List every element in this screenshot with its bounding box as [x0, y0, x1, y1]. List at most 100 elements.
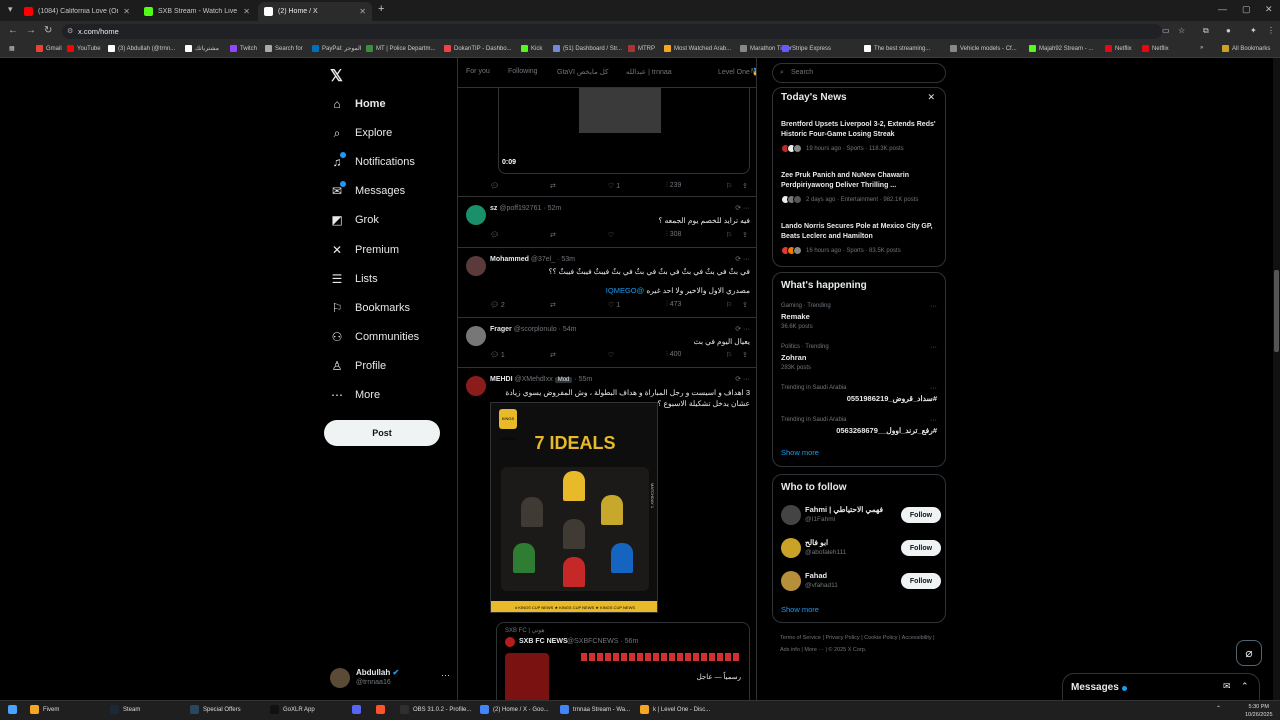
bookmark-item[interactable]: مشترياتك	[185, 45, 219, 52]
tweet-author[interactable]: sz	[490, 205, 497, 212]
nav-item-premium[interactable]: ✕ Premium	[330, 243, 399, 257]
follow-button[interactable]: Follow	[901, 540, 941, 556]
show-more-trends[interactable]: Show more	[781, 448, 819, 457]
bookmark-item[interactable]: Stripe Express	[782, 45, 831, 52]
nav-item-explore[interactable]: ⌕ Explore	[330, 126, 393, 140]
back-icon[interactable]: ←	[8, 25, 18, 36]
views-button[interactable]: ⫶ 239	[666, 182, 681, 190]
avatar[interactable]	[466, 205, 486, 225]
apps-icon[interactable]: ▦	[9, 45, 15, 52]
search-input[interactable]: ⌕ Search	[772, 63, 946, 83]
extension-puzzle-icon[interactable]: ✦	[1250, 26, 1257, 35]
like-button[interactable]: ♡ 1	[608, 301, 620, 309]
trend-item[interactable]: Trending in Saudi Arabia #سداد_قروض_05519…	[781, 385, 937, 403]
nav-item-home[interactable]: ⌂ Home	[330, 97, 385, 111]
avatar[interactable]	[466, 256, 486, 276]
more-icon[interactable]: ···	[441, 670, 450, 680]
avatar[interactable]	[781, 571, 801, 591]
like-button[interactable]: ♡	[608, 351, 614, 359]
bookmark-item[interactable]: DokanTIP - Dashbo...	[444, 45, 512, 52]
close-icon[interactable]: ✕	[927, 92, 935, 103]
taskbar-app[interactable]: (2) Home / X - Goo...	[480, 705, 549, 714]
tweet[interactable]: sz @poff192761 · 52m ⟳ ··· فيه ترايد للخصم…	[458, 197, 756, 248]
nav-item-more[interactable]: ⋯ More	[330, 388, 380, 402]
avatar[interactable]	[781, 538, 801, 558]
legal-footer[interactable]: Terms of Service | Privacy Policy | Cook…	[780, 632, 940, 656]
views-button[interactable]: ⫶ 473	[666, 301, 681, 309]
extensions-icon[interactable]: ⧉	[1203, 26, 1209, 36]
bookmark-star-icon[interactable]: ☆	[1178, 26, 1185, 35]
close-window-icon[interactable]: ✕	[1265, 4, 1273, 15]
bookmark-item[interactable]: Twitch	[230, 45, 257, 52]
retweet-button[interactable]: ⇄	[550, 301, 556, 309]
expand-icon[interactable]: ⌃	[1241, 681, 1249, 692]
close-tab-icon[interactable]: ✕	[243, 7, 250, 16]
bookmark-icon[interactable]: ⚐	[726, 351, 732, 359]
nav-item-communities[interactable]: ⚇ Communities	[330, 330, 420, 344]
trend-more-icon[interactable]: ···	[930, 385, 937, 392]
retweet-icon[interactable]: ⇄	[550, 182, 556, 190]
bookmark-item[interactable]: Netflix	[1142, 45, 1169, 52]
all-bookmarks[interactable]: All Bookmarks	[1222, 45, 1270, 52]
scrollbar[interactable]	[1273, 58, 1280, 700]
mention-link[interactable]: @IQMEGO	[606, 286, 644, 295]
share-icon[interactable]: ⇪	[742, 351, 748, 359]
nav-item-bookmarks[interactable]: ⚐ Bookmarks	[330, 301, 410, 315]
quoted-tweet[interactable]: SXB FC | هوتي SXB FC NEWS @SXBFCNEWS · 5…	[496, 622, 750, 700]
taskbar-app[interactable]: OBS 31.0.2 - Profile...	[400, 705, 471, 714]
follow-button[interactable]: Follow	[901, 573, 941, 589]
avatar[interactable]	[466, 376, 486, 396]
bookmark-item[interactable]: MT | Police Departm...	[366, 45, 435, 52]
forward-icon[interactable]: →	[26, 25, 36, 36]
avatar[interactable]	[781, 505, 801, 525]
share-icon[interactable]: ⇪	[742, 301, 748, 309]
windows-icon[interactable]	[8, 705, 17, 714]
avatar[interactable]	[466, 326, 486, 346]
bookmark-item[interactable]: Most Watched Arab...	[664, 45, 731, 52]
more-bookmarks-icon[interactable]: »	[1200, 45, 1203, 51]
trend-more-icon[interactable]: ···	[930, 303, 937, 310]
views-button[interactable]: ⫶ 400	[666, 351, 681, 359]
new-message-icon[interactable]: ✉	[1223, 681, 1231, 692]
nav-item-lists[interactable]: ☰ Lists	[330, 272, 378, 286]
tweet-author[interactable]: MEHDI	[490, 376, 513, 383]
taskbar-app[interactable]: GoXLR App	[270, 705, 315, 714]
bookmark-item[interactable]: MTRP	[628, 45, 655, 52]
bookmark-item[interactable]: Gmail	[36, 45, 62, 52]
browser-tab[interactable]: (2) Home / X ✕	[258, 2, 372, 21]
retweet-button[interactable]: ⇄	[550, 351, 556, 359]
share-icon[interactable]: ⇪	[742, 231, 748, 239]
tweet-author[interactable]: Mohammed	[490, 256, 529, 263]
bookmark-item[interactable]: The best streaming...	[864, 45, 930, 52]
follow-suggestion[interactable]: Fahmi | فهمي الاحتياطي @I1Fahmi Follow	[781, 503, 941, 527]
nav-item-messages[interactable]: ✉ Messages	[330, 181, 405, 198]
tweet-more-icon[interactable]: ⟳ ···	[735, 255, 750, 263]
tweet[interactable]: Mohammed @37el_ · 53m ⟳ ··· في بثٌ في بثٌ …	[458, 248, 756, 318]
bookmark-item[interactable]: PayPal: الموجز	[312, 45, 361, 52]
bookmark-item[interactable]: (3) Abdullah (@trnn...	[108, 45, 175, 52]
close-tab-icon[interactable]: ✕	[359, 7, 366, 16]
bookmark-icon[interactable]: ⚐	[726, 231, 732, 239]
like-button[interactable]: ♡ 1	[608, 182, 620, 190]
taskbar-app[interactable]	[352, 705, 361, 714]
grok-icon[interactable]: ⌀	[1236, 640, 1262, 666]
tweet-more-icon[interactable]: ⟳ ···	[735, 325, 750, 333]
tweet-more-icon[interactable]: ⟳ ···	[735, 375, 750, 383]
menu-icon[interactable]: ⋮	[1267, 26, 1275, 35]
bookmark-item[interactable]: (51) Dashboard / Str...	[553, 45, 622, 52]
bookmark-item[interactable]: Search for	[265, 45, 303, 52]
share-icon[interactable]: ⇪	[742, 182, 748, 190]
browser-tab[interactable]: (1084) California Love (Original ✕	[18, 2, 136, 21]
messages-drawer[interactable]: Messages ✉ ⌃	[1062, 673, 1260, 700]
post-button[interactable]: Post	[324, 420, 440, 446]
taskbar-app[interactable]: Steam	[110, 705, 140, 714]
bookmark-item[interactable]: YouTube	[67, 45, 101, 52]
news-item[interactable]: Zee Pruk Panich and NuNew Chawarin Perdp…	[781, 171, 937, 204]
retweet-button[interactable]: ⇄	[550, 231, 556, 239]
nav-item-grok[interactable]: ◩ Grok	[330, 213, 379, 227]
trend-item[interactable]: Gaming · Trending Remake 36.6K posts ···	[781, 303, 937, 330]
news-item[interactable]: Lando Norris Secures Pole at Mexico City…	[781, 222, 937, 255]
cast-icon[interactable]: ▭	[1162, 26, 1170, 35]
reload-icon[interactable]: ↻	[44, 25, 52, 36]
reply-button[interactable]: 💬︎ 2	[490, 301, 505, 309]
